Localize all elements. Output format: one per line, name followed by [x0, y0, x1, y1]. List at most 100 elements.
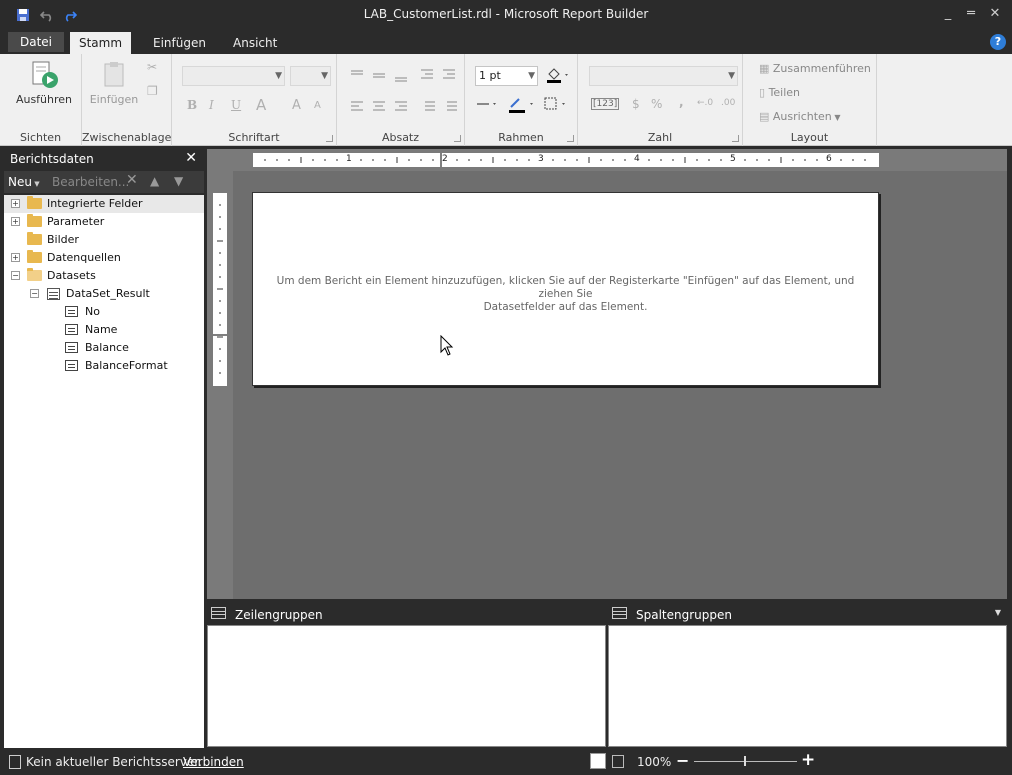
tree-node-field-balance[interactable]: Balance [4, 339, 204, 357]
run-button[interactable]: Ausführen [14, 60, 74, 106]
report-data-panel: Berichtsdaten ✕ Neu ▼ Bearbeiten... ✕ ▲ … [0, 147, 205, 748]
delete-icon[interactable]: ✕ [126, 172, 138, 188]
paste-button[interactable]: Einfügen [88, 60, 140, 106]
folder-icon [27, 214, 42, 227]
group-absatz: Absatz [337, 54, 465, 146]
group-label-schriftart: Schriftart [228, 131, 280, 144]
copy-icon[interactable]: ❐ [147, 84, 158, 98]
tree-node-datasets[interactable]: − Datasets [4, 267, 204, 285]
ruler-label-6: 6 [826, 154, 832, 164]
mouse-cursor-icon [440, 334, 454, 360]
cut-icon[interactable]: ✂ [147, 60, 157, 74]
font-name-combo[interactable]: ▼ [182, 66, 285, 86]
tab-stamm[interactable]: Stamm [70, 32, 131, 54]
server-icon [9, 755, 21, 769]
status-bar: Kein aktueller Berichtsserver. Verbinden… [0, 750, 1012, 775]
zoom-in-icon[interactable]: + [801, 750, 815, 770]
field-icon [65, 324, 78, 335]
maximize-button[interactable]: ═ [963, 6, 979, 24]
group-label-rahmen: Rahmen [498, 131, 544, 144]
group-label-zahl: Zahl [647, 131, 673, 144]
expand-icon[interactable]: + [11, 253, 20, 262]
merge-cells-button[interactable]: ▦ Zusammenführen [759, 62, 871, 75]
group-layout: ▦ Zusammenführen ▯ Teilen ▤ Ausrichten ▼… [743, 54, 877, 146]
increase-decimal-icon[interactable]: ←.0 [697, 98, 713, 108]
connect-link[interactable]: Verbinden [183, 755, 244, 769]
tree-node-field-no[interactable]: No [4, 303, 204, 321]
schriftart-launcher[interactable] [326, 135, 333, 142]
row-groups-body[interactable] [207, 625, 606, 747]
empty-report-hint: Um dem Bericht ein Element hinzuzufügen,… [276, 275, 855, 313]
column-groups-icon [612, 607, 627, 619]
new-button[interactable]: Neu ▼ [8, 175, 40, 189]
rahmen-launcher[interactable] [567, 135, 574, 142]
ruler-label-5: 5 [730, 154, 736, 164]
grow-font-button[interactable]: A [292, 98, 301, 113]
window-title: LAB_CustomerList.rdl - Microsoft Report … [363, 7, 649, 21]
edit-button[interactable]: Bearbeiten... [52, 175, 129, 189]
tree-node-field-name[interactable]: Name [4, 321, 204, 339]
underline-button[interactable]: U [231, 98, 241, 112]
move-down-icon[interactable]: ▼ [174, 174, 183, 188]
tab-ansicht[interactable]: Ansicht [221, 32, 289, 54]
border-color-button[interactable] [507, 96, 537, 117]
column-groups-header: Spaltengruppen ▼ [608, 603, 1007, 625]
zoom-slider-thumb[interactable] [744, 756, 746, 766]
folder-icon [27, 232, 42, 245]
font-size-combo[interactable]: ▼ [290, 66, 331, 86]
folder-icon [27, 196, 42, 209]
move-up-icon[interactable]: ▲ [150, 174, 159, 188]
group-label-zwischenablage: Zwischenablage [82, 131, 172, 144]
paste-icon [104, 62, 124, 87]
tree-node-parameter[interactable]: + Parameter [4, 213, 204, 231]
tab-datei[interactable]: Datei [8, 32, 65, 52]
decrease-decimal-icon[interactable]: .00 [721, 98, 735, 108]
zahl-launcher[interactable] [732, 135, 739, 142]
borders-button[interactable] [543, 96, 573, 115]
tree-node-datenquellen[interactable]: + Datenquellen [4, 249, 204, 267]
tree-node-field-balanceformat[interactable]: BalanceFormat [4, 357, 204, 375]
minimize-button[interactable]: _ [940, 6, 956, 24]
close-button[interactable]: ✕ [987, 6, 1003, 24]
close-panel-icon[interactable]: ✕ [185, 150, 197, 166]
background-color-button[interactable] [545, 66, 571, 87]
expand-icon[interactable]: + [11, 217, 20, 226]
row-groups-panel: Zeilengruppen [207, 603, 606, 747]
server-status-text: Kein aktueller Berichtsserver. [26, 755, 202, 769]
align-button[interactable]: ▤ Ausrichten ▼ [759, 110, 840, 123]
field-icon [65, 360, 78, 371]
column-groups-body[interactable] [608, 625, 1007, 747]
zoom-out-icon[interactable]: − [676, 751, 689, 770]
border-style-button[interactable] [475, 98, 499, 113]
tab-einfuegen[interactable]: Einfügen [141, 32, 218, 54]
comma-button[interactable]: , [679, 95, 684, 109]
number-format-combo[interactable]: ▼ [589, 66, 738, 86]
percent-button[interactable]: % [651, 97, 662, 111]
placeholder-style-button[interactable]: [123] [591, 98, 620, 110]
horizontal-ruler: 1 2 3 4 5 6 [253, 153, 879, 167]
bold-button[interactable]: B [187, 98, 197, 112]
column-groups-panel: Spaltengruppen ▼ [608, 603, 1007, 747]
collapse-icon[interactable]: − [11, 271, 20, 280]
tree-node-integrierte-felder[interactable]: + Integrierte Felder [4, 195, 204, 213]
help-icon[interactable]: ? [990, 34, 1006, 50]
expand-icon[interactable]: + [11, 199, 20, 208]
border-width-combo[interactable]: 1 pt ▼ [475, 66, 538, 86]
font-color-button[interactable]: A [256, 96, 266, 114]
preview-view-icon[interactable] [612, 755, 624, 768]
open-folder-icon [27, 268, 42, 281]
absatz-launcher[interactable] [454, 135, 461, 142]
tree-node-bilder[interactable]: Bilder [4, 231, 204, 249]
shrink-font-button[interactable]: A [314, 100, 321, 111]
split-cells-button[interactable]: ▯ Teilen [759, 86, 800, 99]
design-view-icon[interactable] [590, 753, 606, 769]
zoom-level: 100% [637, 755, 672, 769]
column-groups-label: Spaltengruppen [636, 608, 732, 622]
italic-button[interactable]: I [209, 98, 214, 112]
tree-node-dataset-result[interactable]: − DataSet_Result [4, 285, 204, 303]
report-body[interactable]: Um dem Bericht ein Element hinzuzufügen,… [252, 192, 879, 386]
group-rahmen: 1 pt ▼ Rahmen [465, 54, 578, 146]
collapse-icon[interactable]: − [30, 289, 39, 298]
groups-dropdown-icon[interactable]: ▼ [995, 608, 1001, 617]
currency-button[interactable]: $ [632, 97, 640, 111]
